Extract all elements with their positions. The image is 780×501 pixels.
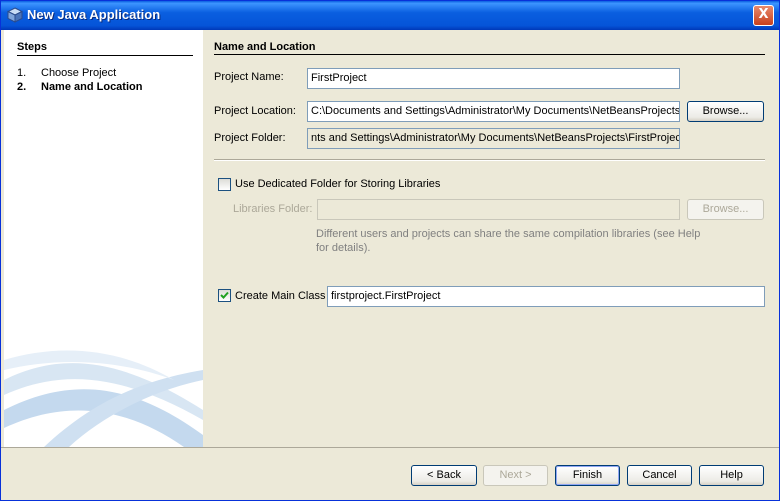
separator xyxy=(214,159,765,161)
close-button[interactable]: X xyxy=(753,5,774,26)
checkmark-icon xyxy=(220,291,229,299)
dedicated-folder-checkbox[interactable] xyxy=(218,178,231,191)
cancel-button[interactable]: Cancel xyxy=(627,465,692,486)
browse-location-button[interactable]: Browse... xyxy=(687,101,764,122)
libraries-folder-label: Libraries Folder: xyxy=(233,203,313,215)
create-main-class-checkbox[interactable] xyxy=(218,289,231,302)
back-button[interactable]: < Back xyxy=(411,465,477,486)
dialog-window: New Java Application X Steps 1. Choose Pr… xyxy=(0,0,780,501)
steps-divider xyxy=(17,55,193,56)
project-location-label: Project Location: xyxy=(214,105,296,117)
project-location-input[interactable]: C:\Documents and Settings\Administrator\… xyxy=(307,101,680,122)
netbeans-swoosh-graphic xyxy=(4,350,203,447)
project-name-input[interactable]: FirstProject xyxy=(307,68,680,89)
dedicated-folder-label[interactable]: Use Dedicated Folder for Storing Librari… xyxy=(235,178,440,190)
finish-button[interactable]: Finish xyxy=(555,465,620,486)
help-button[interactable]: Help xyxy=(699,465,764,486)
browse-libraries-button[interactable]: Browse... xyxy=(687,199,764,220)
main-panel: Name and Location Project Name: FirstPro… xyxy=(203,30,779,447)
section-title: Name and Location xyxy=(214,41,316,53)
step-name-and-location: 2. Name and Location xyxy=(17,81,142,93)
libraries-hint: Different users and projects can share t… xyxy=(316,228,701,254)
steps-title: Steps xyxy=(17,41,47,53)
step-label: Choose Project xyxy=(41,67,117,79)
title-bar[interactable]: New Java Application X xyxy=(1,1,779,30)
button-bar-divider xyxy=(1,447,779,448)
project-name-label: Project Name: xyxy=(214,71,284,83)
steps-panel: Steps 1. Choose Project 2. Name and Locati… xyxy=(4,30,203,447)
java-cup-icon xyxy=(7,7,23,23)
create-main-class-label[interactable]: Create Main Class xyxy=(235,290,325,302)
libraries-folder-input[interactable] xyxy=(317,199,680,220)
next-button[interactable]: Next > xyxy=(483,465,548,486)
step-label: Name and Location xyxy=(41,81,143,93)
project-folder-field[interactable]: nts and Settings\Administrator\My Docume… xyxy=(307,128,680,149)
main-class-input[interactable]: firstproject.FirstProject xyxy=(327,286,765,307)
step-number: 2. xyxy=(17,81,27,93)
step-choose-project: 1. Choose Project xyxy=(17,67,116,79)
project-folder-label: Project Folder: xyxy=(214,132,286,144)
window-title: New Java Application xyxy=(27,7,161,22)
section-divider xyxy=(214,54,765,55)
step-number: 1. xyxy=(17,67,27,79)
